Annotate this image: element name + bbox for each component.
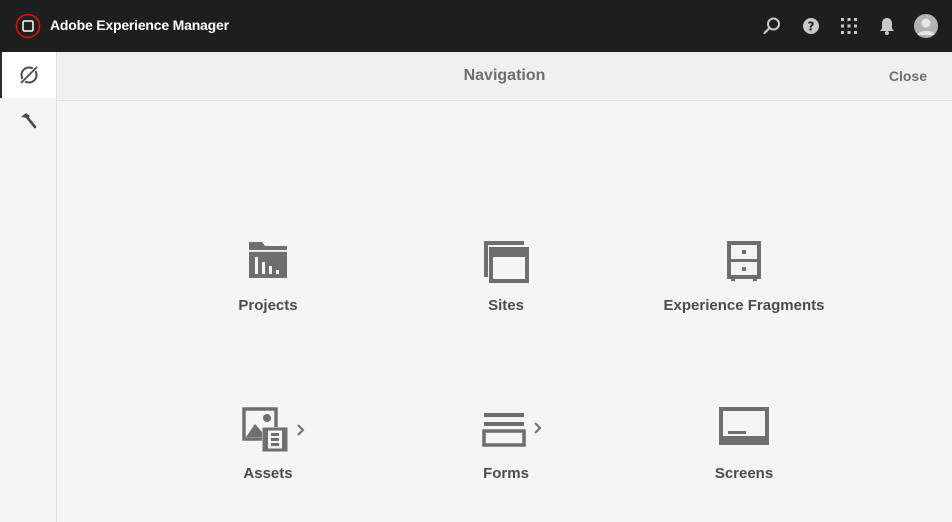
close-button[interactable]: Close bbox=[889, 68, 927, 84]
tile-projects[interactable]: Projects bbox=[168, 239, 368, 339]
search-icon[interactable] bbox=[762, 16, 782, 36]
user-avatar-icon bbox=[914, 14, 938, 38]
notifications-bell-icon[interactable] bbox=[877, 16, 897, 36]
tile-forms[interactable]: Forms bbox=[406, 407, 606, 507]
projects-folder-icon bbox=[249, 242, 287, 278]
tile-sites[interactable]: Sites bbox=[406, 239, 606, 339]
navigation-panel: Projects Sites Experience Fragments Asse… bbox=[57, 101, 952, 522]
assets-media-icon bbox=[242, 407, 305, 452]
tile-label: Screens bbox=[714, 465, 774, 482]
tile-label: Forms bbox=[483, 465, 529, 482]
rail-item-navigation[interactable] bbox=[0, 52, 56, 98]
tile-label: Assets bbox=[243, 465, 293, 482]
tile-label: Experience Fragments bbox=[663, 297, 825, 314]
help-icon[interactable]: ? bbox=[801, 16, 821, 36]
experience-fragments-cabinet-icon bbox=[727, 241, 761, 281]
tile-screens[interactable]: Screens bbox=[644, 407, 844, 507]
screens-monitor-icon bbox=[719, 407, 769, 445]
solutions-grid-icon[interactable] bbox=[839, 16, 859, 36]
sites-pages-icon bbox=[484, 241, 529, 283]
tile-label: Projects bbox=[238, 297, 298, 314]
tools-hammer-icon bbox=[21, 113, 37, 129]
tile-assets[interactable]: Assets bbox=[168, 407, 368, 507]
tile-experience-fragments[interactable]: Experience Fragments bbox=[644, 239, 844, 339]
navigation-compass-icon bbox=[19, 65, 39, 85]
page-title: Navigation bbox=[463, 67, 546, 84]
rail-item-tools[interactable] bbox=[0, 98, 56, 144]
side-rail bbox=[0, 52, 57, 522]
forms-icon bbox=[482, 413, 542, 447]
app-title[interactable]: Adobe Experience Manager bbox=[50, 17, 229, 33]
navigation-header: Navigation Close bbox=[57, 52, 952, 101]
user-avatar[interactable] bbox=[914, 14, 938, 38]
top-bar: Adobe Experience Manager ? bbox=[0, 0, 952, 52]
aem-logo-icon[interactable] bbox=[15, 13, 41, 39]
svg-text:?: ? bbox=[808, 20, 815, 34]
tile-label: Sites bbox=[488, 297, 524, 314]
